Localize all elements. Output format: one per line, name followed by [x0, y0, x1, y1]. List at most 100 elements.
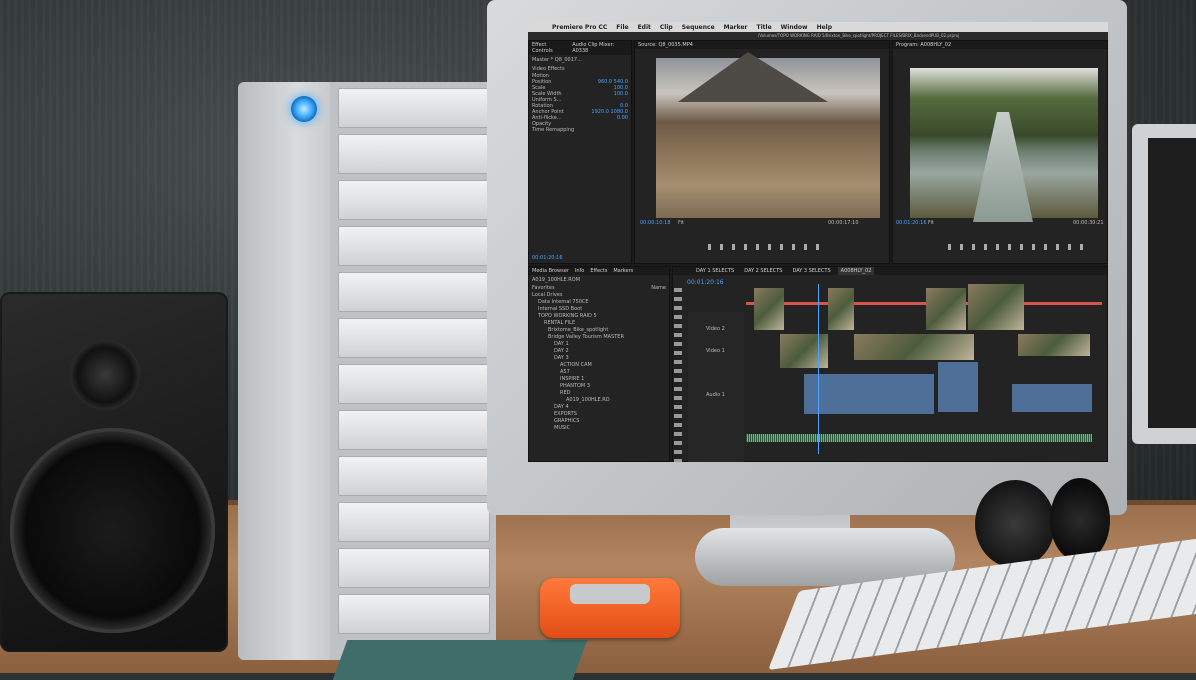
- menu-bar: Premiere Pro CC File Edit Clip Sequence …: [528, 22, 1108, 32]
- video-clip[interactable]: [1018, 334, 1090, 356]
- rugged-drive-label: [570, 584, 650, 604]
- tree-item[interactable]: GRAPHICS: [532, 418, 669, 425]
- tab-program[interactable]: Program: A008HLY_02: [893, 41, 1107, 49]
- headphones-cup: [1050, 478, 1110, 562]
- ec-row-label: Time Remapping: [532, 127, 575, 133]
- tab-markers[interactable]: Markers: [610, 267, 636, 275]
- tree-item[interactable]: INSPIRE 1: [532, 376, 669, 383]
- video-clip[interactable]: [968, 284, 1024, 330]
- tab-audio-clip-mixer[interactable]: Audio Clip Mixer: A0338: [569, 41, 631, 55]
- tree-item[interactable]: Data Internal 750CE: [532, 299, 669, 306]
- tree-item[interactable]: Brixtome_Bike_spotlight: [532, 327, 669, 334]
- tree-item[interactable]: DAY 3: [532, 355, 669, 362]
- project-path-bar: /Volumes/TOPO WORKING RAID 5/Brixton_Bik…: [528, 32, 1108, 40]
- media-browser-panel: Media Browser Info Effects Markers A019_…: [528, 266, 670, 462]
- ec-section: Video Effects: [532, 66, 565, 72]
- tree-item[interactable]: EXPORTS: [532, 411, 669, 418]
- menu-edit[interactable]: Edit: [638, 24, 651, 31]
- menu-marker[interactable]: Marker: [724, 24, 748, 31]
- tab-sequence[interactable]: DAY 2 SELECTS: [741, 267, 785, 275]
- track-label-video-2: Video 2: [706, 326, 725, 332]
- selected-path: A019_100HLE.ROM: [532, 277, 581, 283]
- audio-clip[interactable]: [938, 362, 978, 412]
- drive-bay: [338, 502, 490, 542]
- source-transport-controls[interactable]: [708, 244, 828, 250]
- video-clip[interactable]: [854, 334, 974, 360]
- menu-sequence[interactable]: Sequence: [682, 24, 715, 31]
- tree-item[interactable]: MUSIC: [532, 425, 669, 432]
- tree-item[interactable]: Internal SSD Boot: [532, 306, 669, 313]
- speaker-woofer: [10, 428, 215, 633]
- timeline-timecode: 00:01:20:16: [687, 279, 724, 286]
- drive-bay: [338, 364, 490, 404]
- tab-info[interactable]: Info: [572, 267, 587, 275]
- tree-item[interactable]: TOPO WORKING RAID 5: [532, 313, 669, 320]
- source-fit-select[interactable]: Fit: [678, 220, 684, 226]
- tree-item[interactable]: DAY 1: [532, 341, 669, 348]
- work-area-bar[interactable]: [746, 302, 1102, 305]
- tree-item[interactable]: RENTAL FILE: [532, 320, 669, 327]
- program-transport-controls[interactable]: [948, 244, 1088, 250]
- source-mountain: [678, 52, 828, 102]
- ec-row-value[interactable]: 0.00: [617, 115, 628, 121]
- drive-bay: [338, 318, 490, 358]
- project-path: /Volumes/TOPO WORKING RAID 5/Brixton_Bik…: [758, 33, 960, 38]
- ec-row-value[interactable]: 100.0: [614, 91, 628, 97]
- tab-effect-controls[interactable]: Effect Controls: [529, 41, 569, 55]
- video-clip[interactable]: [926, 288, 966, 330]
- drive-bay: [338, 456, 490, 496]
- drive-bay: [338, 594, 490, 634]
- track-headers: [688, 312, 744, 462]
- effect-controls-panel: Effect Controls Audio Clip Mixer: A0338 …: [528, 40, 632, 264]
- tab-effects[interactable]: Effects: [587, 267, 610, 275]
- desk-mat: [332, 640, 588, 680]
- menu-clip[interactable]: Clip: [660, 24, 673, 31]
- speaker-tweeter: [70, 340, 140, 410]
- tree-item[interactable]: PHANTOM 3: [532, 383, 669, 390]
- tab-sequence[interactable]: DAY 3 SELECTS: [789, 267, 833, 275]
- video-clip[interactable]: [780, 334, 828, 368]
- power-led-icon: [291, 96, 317, 122]
- program-timecode-in: 00:01:20:16: [896, 220, 927, 226]
- monitor-screen: Premiere Pro CC File Edit Clip Sequence …: [528, 22, 1108, 462]
- tree-item[interactable]: Local Drives: [532, 292, 669, 299]
- tab-sequence-active[interactable]: A008HLY_02: [837, 267, 875, 275]
- tree-item[interactable]: Bridge Valley Tourism MASTER: [532, 334, 669, 341]
- tree-item[interactable]: RED: [532, 390, 669, 397]
- second-monitor-screen: [1148, 138, 1196, 428]
- program-fit-select[interactable]: Fit: [928, 220, 934, 226]
- video-clip[interactable]: [828, 288, 854, 330]
- drive-bay: [338, 134, 490, 174]
- tree-item[interactable]: DAY 2: [532, 348, 669, 355]
- tab-media-browser[interactable]: Media Browser: [529, 267, 572, 275]
- drive-bay: [338, 88, 490, 128]
- menu-window[interactable]: Window: [781, 24, 808, 31]
- raid-tower-side: [238, 82, 338, 660]
- playhead[interactable]: [818, 284, 819, 454]
- menu-file[interactable]: File: [616, 24, 628, 31]
- name-column-header[interactable]: Name: [651, 285, 666, 291]
- tools-panel[interactable]: [674, 288, 682, 462]
- tree-item[interactable]: A57: [532, 369, 669, 376]
- tree-item[interactable]: DAY 4: [532, 404, 669, 411]
- headphones-icon: [975, 480, 1055, 568]
- tree-item[interactable]: A019_100HLE.RD: [532, 397, 669, 404]
- video-clip[interactable]: [754, 288, 784, 330]
- music-track-waveform[interactable]: [746, 434, 1092, 442]
- audio-clip[interactable]: [804, 374, 934, 414]
- tree-item[interactable]: Favorites: [532, 285, 669, 292]
- audio-clip[interactable]: [1012, 384, 1092, 412]
- track-label-video-1: Video 1: [706, 348, 725, 354]
- drive-bay: [338, 226, 490, 266]
- ec-header: Master * Q8_0017...: [532, 57, 582, 63]
- program-timecode-out: 00:00:30:21: [1073, 220, 1104, 226]
- tab-sequence[interactable]: DAY 1 SELECTS: [693, 267, 737, 275]
- tree-item[interactable]: ACTION CAM: [532, 362, 669, 369]
- drive-bay: [338, 180, 490, 220]
- drive-bay: [338, 272, 490, 312]
- app-name: Premiere Pro CC: [552, 23, 608, 31]
- drive-bay: [338, 548, 490, 588]
- menu-help[interactable]: Help: [817, 24, 832, 31]
- menu-title[interactable]: Title: [757, 24, 772, 31]
- tab-source[interactable]: Source: Q8_0035.MP4: [635, 41, 889, 49]
